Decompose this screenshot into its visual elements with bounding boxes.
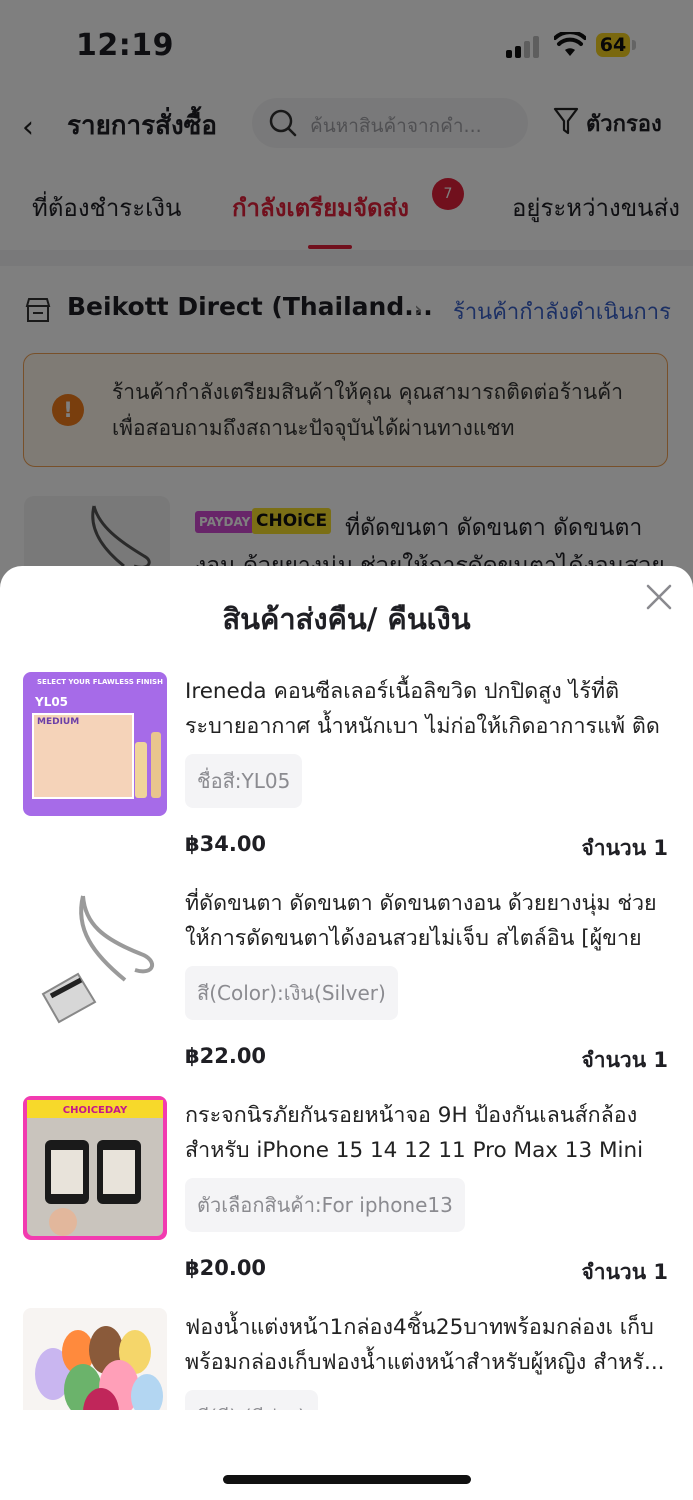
- thumb-code-text: YL05: [34, 695, 68, 709]
- list-item[interactable]: ที่ดัดขนตา ดัดขนตา ดัดขนตางอน ด้วยยางนุ่…: [0, 884, 693, 1096]
- product-thumbnail: CHOICEDAY: [23, 1096, 167, 1240]
- list-item[interactable]: CHOICEDAY กระจกนิรภัยกันรอยหน้าจอ 9H ป้อ…: [0, 1096, 693, 1308]
- sheet-bottom-area: [0, 1410, 693, 1500]
- product-quantity: จำนวน 1: [581, 836, 668, 860]
- concealer-image: SELECT YOUR FLAWLESS FINISH YL05 MEDIUM: [23, 672, 167, 816]
- thumb-banner-text: CHOICEDAY: [63, 1105, 128, 1116]
- close-icon[interactable]: [642, 580, 676, 614]
- product-name: ที่ดัดขนตา ดัดขนตา ดัดขนตางอน ด้วยยางนุ่…: [185, 891, 657, 951]
- product-price: ฿34.00: [185, 832, 267, 856]
- product-quantity: จำนวน 1: [581, 1260, 668, 1284]
- thumb-banner-text: SELECT YOUR FLAWLESS FINISH: [37, 678, 163, 686]
- screen-protector-image: CHOICEDAY: [23, 1096, 167, 1240]
- product-thumbnail: SELECT YOUR FLAWLESS FINISH YL05 MEDIUM: [23, 672, 167, 816]
- return-refund-sheet: สินค้าส่งคืน/ คืนเงิน SELECT YOUR FLAWLE…: [0, 566, 693, 1500]
- product-name: กระจกนิรภัยกันรอยหน้าจอ 9H ป้องกันเลนส์ก…: [185, 1103, 644, 1163]
- product-variant: ตัวเลือกสินค้า:For iphone13: [185, 1178, 465, 1232]
- product-name: ฟองน้ำแต่งหน้า1กล่อง4ชิ้น25บาทพร้อมกล่อง…: [185, 1315, 665, 1375]
- product-quantity: จำนวน 1: [581, 1048, 668, 1072]
- product-name: Ireneda คอนซีลเลอร์เนื้อลิขวิด ปกปิดสูง …: [185, 679, 660, 739]
- product-variant: ชื่อสี:YL05: [185, 754, 303, 808]
- product-price: ฿22.00: [185, 1044, 267, 1068]
- eyelash-curler-image: [23, 884, 167, 1028]
- thumb-shade-text: MEDIUM: [37, 717, 79, 727]
- product-thumbnail: [23, 884, 167, 1028]
- product-variant: สี(Color):เงิน(Silver): [185, 966, 398, 1020]
- product-price: ฿20.00: [185, 1256, 267, 1280]
- sheet-title: สินค้าส่งคืน/ คืนเงิน: [222, 602, 471, 636]
- home-indicator[interactable]: [223, 1475, 471, 1484]
- list-item[interactable]: SELECT YOUR FLAWLESS FINISH YL05 MEDIUM …: [0, 672, 693, 884]
